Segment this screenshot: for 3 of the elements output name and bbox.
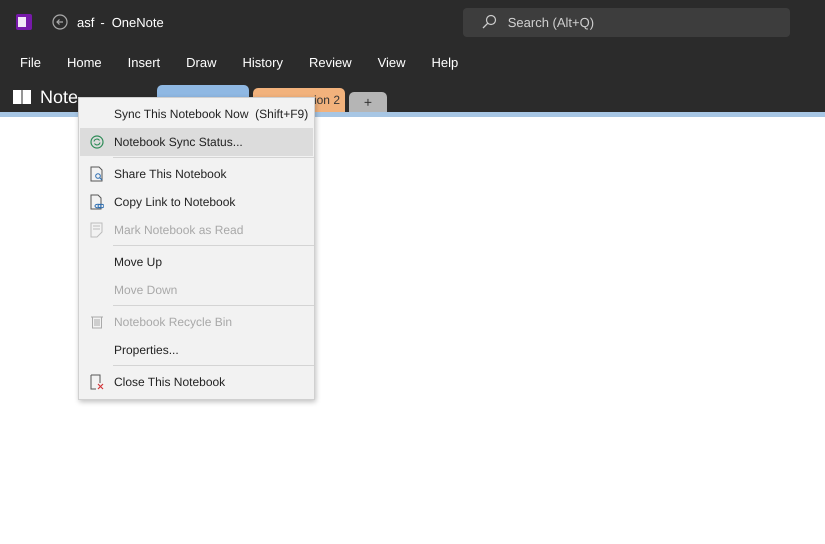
title-separator: -: [100, 14, 105, 30]
document-title: asf: [77, 14, 94, 30]
app-title: OneNote: [112, 14, 164, 30]
